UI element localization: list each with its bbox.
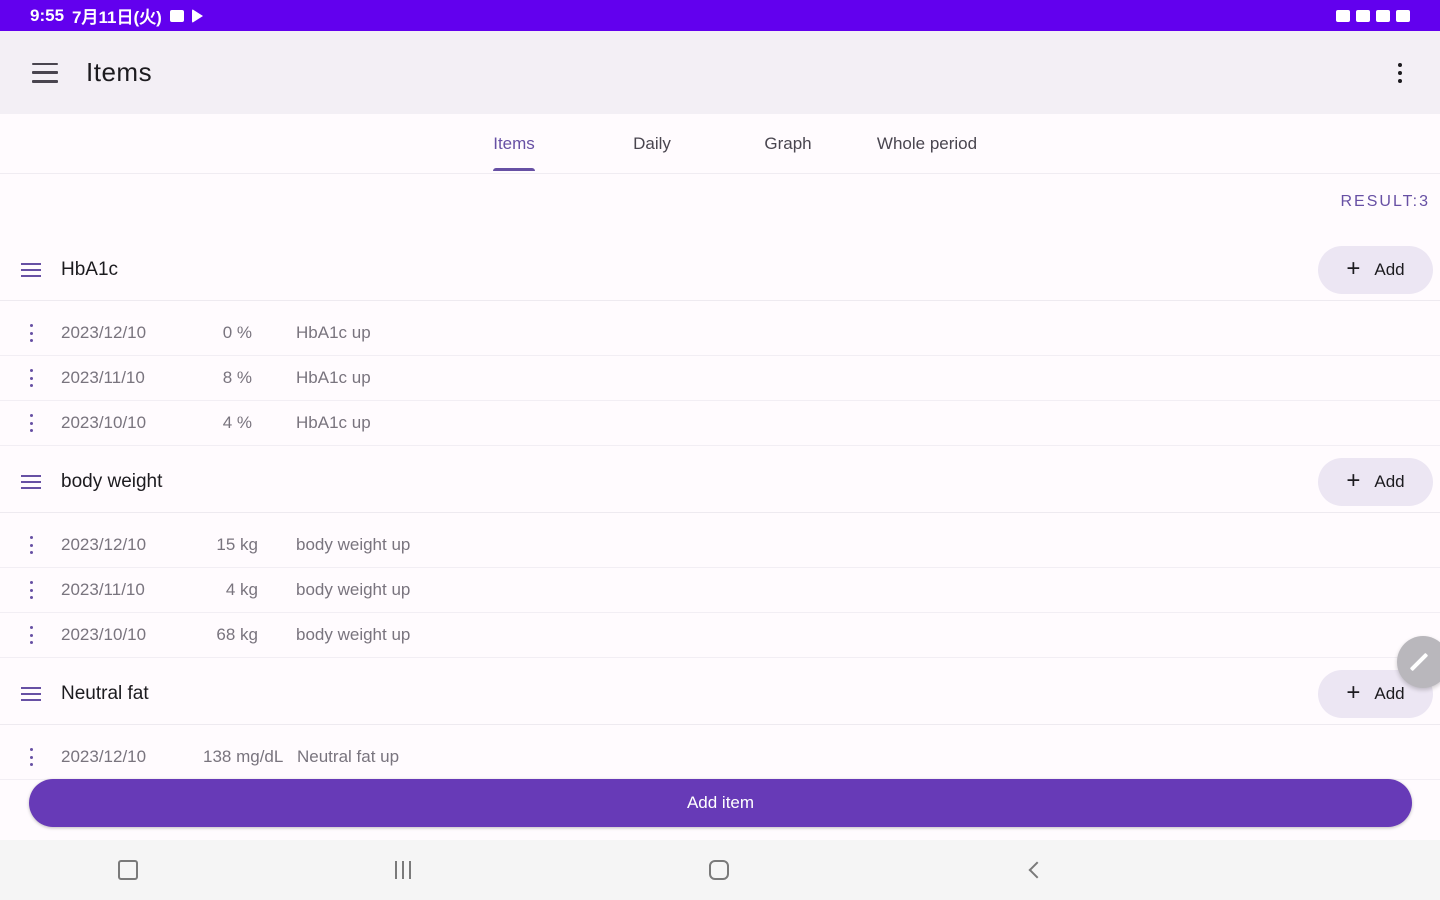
screenshot-icon[interactable] [115, 858, 141, 882]
edit-fab[interactable] [1397, 636, 1440, 688]
system-nav-bar [0, 840, 1440, 900]
add-label: Add [1374, 684, 1405, 703]
mute-icon [1356, 9, 1370, 22]
drag-handle-icon[interactable] [21, 474, 41, 489]
list-item[interactable]: 2023/12/10 0 % HbA1c up [0, 311, 1440, 356]
record-note: body weight up [296, 535, 411, 554]
add-record-button[interactable]: + Add [1318, 246, 1433, 294]
list-item[interactable]: 2023/12/10 15 kg body weight up [0, 523, 1440, 568]
row-menu-icon[interactable] [28, 626, 34, 644]
group-name: HbA1c [61, 258, 119, 280]
record-date: 2023/12/10 [61, 323, 147, 342]
record-note: Neutral fat up [297, 747, 400, 766]
back-icon[interactable] [1024, 858, 1050, 882]
record-note: body weight up [296, 580, 411, 599]
plus-icon: + [1346, 255, 1361, 282]
list-item[interactable]: 2023/12/10 138 mg/dL Neutral fat up [0, 735, 1440, 780]
add-item-button[interactable]: Add item [29, 779, 1412, 827]
app-bar: Items [0, 31, 1440, 114]
group-name: body weight [61, 470, 163, 492]
drag-handle-icon[interactable] [21, 686, 41, 701]
row-menu-icon[interactable] [28, 324, 34, 342]
group-header-body-weight: body weight + Add [0, 451, 1440, 513]
record-value: 8 % [222, 368, 252, 387]
menu-icon[interactable] [32, 62, 58, 83]
status-date: 7月11日(火) [72, 8, 162, 27]
group-header-neutral-fat: Neutral fat + Add [0, 663, 1440, 725]
record-value: 0 % [222, 323, 252, 342]
plus-icon: + [1346, 679, 1361, 706]
recent-apps-icon[interactable] [390, 858, 416, 882]
add-label: Add [1374, 260, 1405, 279]
row-menu-icon[interactable] [28, 581, 34, 599]
overflow-menu-icon[interactable] [1392, 61, 1408, 85]
row-menu-icon[interactable] [28, 414, 34, 432]
group-header-hba1c: HbA1c + Add [0, 239, 1440, 301]
row-menu-icon[interactable] [28, 536, 34, 554]
tab-label: Graph [764, 134, 812, 153]
bluetooth-icon [1336, 9, 1350, 22]
tab-daily[interactable]: Daily [612, 114, 692, 174]
tab-indicator [493, 168, 535, 171]
tab-label: Daily [633, 134, 671, 153]
group-name: Neutral fat [61, 682, 149, 704]
plus-icon: + [1346, 467, 1361, 494]
result-count: RESULT:3 [1340, 193, 1430, 210]
record-value: 4 % [222, 413, 252, 432]
record-date: 2023/11/10 [61, 368, 145, 387]
record-date: 2023/10/10 [61, 625, 147, 644]
record-value: 68 kg [216, 625, 258, 644]
list-item[interactable]: 2023/10/10 4 % HbA1c up [0, 401, 1440, 446]
record-date: 2023/11/10 [61, 580, 145, 599]
record-note: HbA1c up [296, 413, 371, 432]
list-item[interactable]: 2023/11/10 8 % HbA1c up [0, 356, 1440, 401]
record-value: 4 kg [225, 580, 258, 599]
list-item[interactable]: 2023/10/10 68 kg body weight up [0, 613, 1440, 658]
play-icon [191, 8, 203, 23]
battery-icon [1396, 9, 1410, 22]
edit-icon [1409, 652, 1429, 672]
status-bar: 9:55 7月11日(火) [0, 0, 1440, 31]
tab-bar: Items Daily Graph Whole period [0, 114, 1440, 174]
row-menu-icon[interactable] [28, 369, 34, 387]
tab-label: Items [493, 134, 535, 153]
record-note: body weight up [296, 625, 411, 644]
add-record-button[interactable]: + Add [1318, 458, 1433, 506]
drag-handle-icon[interactable] [21, 262, 41, 277]
tab-label: Whole period [876, 134, 978, 153]
record-value: 138 mg/dL [203, 747, 284, 766]
page-title: Items [86, 57, 153, 87]
record-note: HbA1c up [296, 368, 371, 387]
record-value: 15 kg [216, 535, 258, 554]
tab-whole-period[interactable]: Whole period [862, 114, 992, 174]
status-time: 9:55 [30, 5, 65, 25]
record-date: 2023/10/10 [61, 413, 147, 432]
wifi-icon [1376, 9, 1390, 22]
add-item-label: Add item [686, 793, 755, 812]
record-date: 2023/12/10 [61, 747, 147, 766]
tab-graph[interactable]: Graph [748, 114, 828, 174]
add-label: Add [1374, 472, 1405, 491]
row-menu-icon[interactable] [28, 748, 34, 766]
record-note: HbA1c up [296, 323, 371, 342]
list-item[interactable]: 2023/11/10 4 kg body weight up [0, 568, 1440, 613]
record-date: 2023/12/10 [61, 535, 147, 554]
home-icon[interactable] [706, 858, 732, 882]
tab-items[interactable]: Items [474, 114, 554, 174]
notification-icon [169, 9, 184, 22]
